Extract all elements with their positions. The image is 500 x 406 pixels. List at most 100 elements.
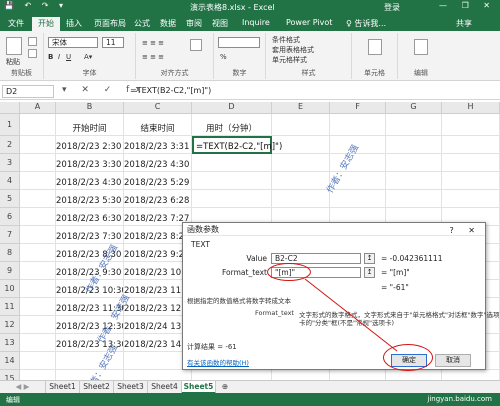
cell[interactable] — [20, 244, 56, 262]
cell[interactable] — [442, 114, 500, 136]
cell[interactable] — [20, 316, 56, 334]
cell[interactable] — [272, 154, 330, 172]
cell[interactable] — [272, 370, 330, 380]
row-header[interactable]: 6 — [0, 208, 20, 226]
merge-icon[interactable] — [190, 39, 202, 51]
cell[interactable] — [272, 190, 330, 208]
column-header[interactable]: D — [192, 102, 272, 114]
cell-styles-button[interactable]: 单元格样式 — [272, 55, 307, 65]
cell[interactable] — [330, 190, 386, 208]
conditional-format-button[interactable]: 条件格式 — [272, 35, 300, 45]
row-header[interactable]: 1 — [0, 114, 20, 136]
cell[interactable] — [442, 172, 500, 190]
tab-data[interactable]: 数据 — [154, 17, 182, 31]
formula-input[interactable]: =TEXT(B2-C2,"[m]") — [130, 86, 211, 95]
column-header[interactable]: H — [442, 102, 500, 114]
row-header[interactable]: 9 — [0, 262, 20, 280]
row-header[interactable]: 5 — [0, 190, 20, 208]
column-header[interactable]: G — [386, 102, 442, 114]
row-header[interactable]: 10 — [0, 280, 20, 298]
row-header[interactable]: 8 — [0, 244, 20, 262]
row-header[interactable]: 14 — [0, 352, 20, 370]
cell[interactable] — [20, 262, 56, 280]
row-header[interactable]: 15 — [0, 370, 20, 380]
cell[interactable] — [20, 114, 56, 136]
tab-page-layout[interactable]: 页面布局 — [88, 17, 132, 31]
bold-icon[interactable]: B — [48, 53, 53, 61]
tell-me-search[interactable]: ♀ 告诉我... — [340, 17, 392, 31]
tab-file[interactable]: 文件 — [2, 17, 30, 31]
cell[interactable] — [20, 334, 56, 352]
cell[interactable] — [20, 226, 56, 244]
header-duration[interactable]: 用时（分钟） — [192, 114, 272, 136]
cell[interactable] — [442, 370, 500, 380]
cell[interactable] — [20, 298, 56, 316]
start-time-cell[interactable]: 2018/2/23 6:30 — [56, 208, 124, 226]
underline-icon[interactable]: U — [66, 53, 71, 61]
header-end-time[interactable]: 结束时间 — [124, 114, 192, 136]
cell[interactable] — [20, 136, 56, 154]
tab-power-pivot[interactable]: Power Pivot — [280, 17, 338, 31]
cell[interactable] — [386, 114, 442, 136]
end-time-cell[interactable]: 2018/2/23 3:31 — [124, 136, 192, 154]
start-time-cell[interactable]: 2018/2/23 5:30 — [56, 190, 124, 208]
start-time-cell[interactable]: 2018/2/23 2:30 — [56, 136, 124, 154]
tab-formulas[interactable]: 公式 — [128, 17, 156, 31]
row-header[interactable]: 12 — [0, 316, 20, 334]
cell[interactable] — [20, 370, 56, 380]
row-header[interactable]: 11 — [0, 298, 20, 316]
cell[interactable] — [442, 154, 500, 172]
column-header[interactable]: F — [330, 102, 386, 114]
find-icon[interactable] — [414, 39, 428, 55]
cell[interactable] — [386, 190, 442, 208]
row-header[interactable]: 7 — [0, 226, 20, 244]
cell[interactable] — [272, 136, 330, 154]
cell[interactable] — [330, 114, 386, 136]
cell[interactable] — [330, 370, 386, 380]
cell[interactable] — [20, 190, 56, 208]
cut-icon[interactable] — [28, 37, 37, 46]
font-size-select[interactable]: 11 — [102, 37, 124, 48]
align-left-icon[interactable]: ≡ ≡ ≡ — [142, 53, 164, 61]
active-cell[interactable]: =TEXT(B2-C2,"[m]") — [192, 136, 282, 154]
row-header[interactable]: 2 — [0, 136, 20, 154]
cell[interactable] — [386, 172, 442, 190]
row-header[interactable]: 3 — [0, 154, 20, 172]
cell[interactable] — [442, 190, 500, 208]
start-time-cell[interactable]: 2018/2/23 3:30 — [56, 154, 124, 172]
login-button[interactable]: 登录 — [384, 2, 400, 13]
copy-icon[interactable] — [28, 49, 37, 58]
tab-home[interactable]: 开始 — [32, 17, 60, 31]
cell[interactable] — [124, 370, 192, 380]
cell[interactable] — [20, 352, 56, 370]
share-button[interactable]: 共享 — [450, 17, 478, 31]
table-format-button[interactable]: 套用表格格式 — [272, 45, 314, 55]
header-start-time[interactable]: 开始时间 — [56, 114, 124, 136]
start-time-cell[interactable]: 2018/2/23 7:30 — [56, 226, 124, 244]
cell[interactable] — [20, 280, 56, 298]
fill-color-icon[interactable]: A▾ — [84, 53, 92, 61]
italic-icon[interactable]: I — [58, 53, 60, 61]
cell[interactable] — [192, 154, 272, 172]
cells-icon[interactable] — [368, 39, 382, 55]
number-format-select[interactable] — [218, 37, 260, 48]
cell[interactable] — [20, 154, 56, 172]
paste-icon[interactable] — [6, 37, 22, 55]
row-header[interactable]: 13 — [0, 334, 20, 352]
name-box[interactable]: D2 — [2, 85, 54, 98]
cell[interactable] — [386, 154, 442, 172]
font-name-select[interactable]: 宋体 — [48, 37, 98, 48]
cell[interactable] — [192, 370, 272, 380]
window-controls[interactable]: — ❐ ✕ — [439, 1, 496, 10]
select-all-corner[interactable] — [0, 102, 20, 114]
quick-access-toolbar[interactable]: 💾 ↶ ↷ ▾ — [4, 1, 67, 10]
column-header[interactable]: B — [56, 102, 124, 114]
start-time-cell[interactable]: 2018/2/23 4:30 — [56, 172, 124, 190]
tab-inquire[interactable]: Inquire — [236, 17, 276, 31]
row-header[interactable]: 4 — [0, 172, 20, 190]
column-header[interactable]: E — [272, 102, 330, 114]
end-time-cell[interactable]: 2018/2/23 5:29 — [124, 172, 192, 190]
cell[interactable] — [386, 136, 442, 154]
tab-insert[interactable]: 插入 — [60, 17, 88, 31]
percent-icon[interactable]: % — [220, 53, 227, 61]
